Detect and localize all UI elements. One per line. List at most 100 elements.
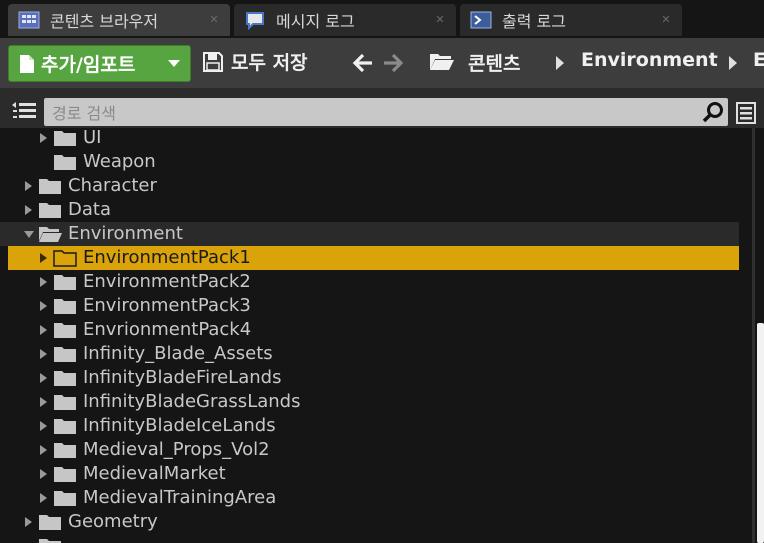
folder-icon [54, 155, 76, 170]
tree-row-label: UI [83, 127, 102, 148]
scrollbar-track[interactable] [752, 128, 755, 543]
tree-row-infinity-blade-assets[interactable]: Infinity_Blade_Assets [0, 342, 739, 366]
expand-arrow-icon[interactable] [40, 493, 47, 503]
folder-icon [54, 419, 76, 434]
tree-row-infinitybladegrasslands[interactable]: InfinityBladeGrassLands [0, 390, 739, 414]
view-options-icon[interactable] [736, 102, 756, 124]
tree-row-environmentpack3[interactable]: EnvironmentPack3 [0, 294, 739, 318]
tree-row-environmentpack1[interactable]: EnvironmentPack1 [8, 246, 739, 270]
tree-row-ui[interactable]: UI [0, 126, 739, 150]
tree-row-label: MedievalMarket [83, 463, 226, 484]
tree-row-environmentpack2[interactable]: EnvironmentPack2 [0, 270, 739, 294]
folder-icon [53, 250, 77, 267]
folder-icon [54, 275, 76, 290]
tree-row-partial[interactable] [0, 534, 739, 543]
tree-row-label: EnvironmentPack2 [83, 271, 251, 292]
expand-arrow-icon[interactable] [40, 133, 47, 143]
tree-row-label: Data [68, 199, 111, 220]
tab-message-log[interactable]: 메시지 로그 ✕ [234, 4, 456, 36]
close-icon[interactable]: ✕ [208, 14, 220, 26]
tree-row-character[interactable]: Character [0, 174, 739, 198]
close-icon[interactable]: ✕ [434, 14, 446, 26]
new-file-icon [20, 54, 34, 73]
expand-arrow-icon[interactable] [40, 469, 47, 479]
breadcrumb-item-environment[interactable]: Environment [581, 49, 718, 71]
expand-arrow-icon[interactable] [40, 373, 47, 383]
tree-row-label: EnvironmentPack3 [83, 295, 251, 316]
content-browser-icon [18, 11, 40, 29]
folder-icon [39, 203, 61, 218]
tree-row-envrionmentpack4[interactable]: EnvrionmentPack4 [0, 318, 739, 342]
search-box [44, 98, 728, 126]
folder-open-icon [39, 227, 62, 242]
arrow-forward-icon[interactable] [382, 52, 404, 74]
add-import-label: 추가/임포트 [41, 54, 136, 76]
add-import-button[interactable]: 추가/임포트 [8, 45, 191, 82]
folder-icon [54, 347, 76, 362]
filter-list-icon[interactable] [11, 101, 37, 123]
expand-arrow-icon[interactable] [40, 277, 47, 287]
breadcrumb-item-content[interactable]: 콘텐츠 [468, 49, 520, 76]
message-log-icon [246, 12, 264, 30]
folder-icon [54, 395, 76, 410]
expand-arrow-icon[interactable] [40, 253, 47, 263]
folder-icon [39, 179, 61, 194]
tree-row-medieval-props-vol2[interactable]: Medieval_Props_Vol2 [0, 438, 739, 462]
expand-arrow-icon[interactable] [40, 325, 47, 335]
tree-row-label: InfinityBladeIceLands [83, 415, 276, 436]
tab-content-browser[interactable]: 콘텐츠 브라우저 ✕ [8, 4, 230, 36]
tree-row-infinitybladeicelands[interactable]: InfinityBladeIceLands [0, 414, 739, 438]
arrow-back-icon[interactable] [352, 52, 374, 74]
search-icon[interactable] [702, 101, 724, 123]
expand-arrow-icon[interactable] [25, 205, 32, 215]
tree-row-label: InfinityBladeFireLands [83, 367, 282, 388]
expand-arrow-icon[interactable] [40, 349, 47, 359]
tree-row-label: Infinity_Blade_Assets [83, 343, 273, 364]
tree-scrollbar[interactable] [745, 128, 764, 543]
save-all-label: 모두 저장 [231, 52, 308, 74]
tree-row-label: Medieval_Props_Vol2 [83, 439, 270, 460]
output-log-icon [470, 11, 492, 29]
tree-row-medievaltrainingarea[interactable]: MedievalTrainingArea [0, 486, 739, 510]
folder-icon [54, 491, 76, 506]
filter-bar [0, 88, 764, 128]
tree-row-label: EnvironmentPack1 [83, 247, 251, 268]
close-icon[interactable]: ✕ [660, 14, 672, 26]
tree-row-weapon[interactable]: Weapon [0, 150, 739, 174]
tree-row-infinitybladefirelands[interactable]: InfinityBladeFireLands [0, 366, 739, 390]
folder-icon [54, 371, 76, 386]
collapse-arrow-icon[interactable] [24, 231, 34, 238]
tree-row-geometry[interactable]: Geometry [0, 510, 739, 534]
expand-arrow-icon[interactable] [25, 517, 32, 527]
breadcrumb-separator-icon[interactable] [556, 56, 564, 70]
tree-row-label: EnvrionmentPack4 [83, 319, 252, 340]
folder-icon [54, 467, 76, 482]
tab-bar: 콘텐츠 브라우저 ✕ 메시지 로그 ✕ 출력 로그 ✕ [0, 0, 764, 38]
save-icon [203, 51, 223, 72]
scrollbar-thumb[interactable] [757, 323, 764, 543]
breadcrumb-item-truncated[interactable]: E [753, 49, 764, 71]
tree-row-data[interactable]: Data [0, 198, 739, 222]
folder-open-icon [430, 54, 454, 70]
search-input[interactable] [50, 100, 694, 126]
expand-arrow-icon[interactable] [40, 301, 47, 311]
tab-output-log[interactable]: 출력 로그 ✕ [460, 4, 682, 36]
tab-label: 콘텐츠 브라우저 [50, 12, 159, 31]
expand-arrow-icon[interactable] [40, 397, 47, 407]
expand-arrow-icon[interactable] [40, 421, 47, 431]
tree-row-label: Weapon [83, 151, 156, 172]
tree-row-medievalmarket[interactable]: MedievalMarket [0, 462, 739, 486]
save-all-button[interactable]: 모두 저장 [203, 48, 308, 75]
tree-row-label: Environment [68, 223, 183, 244]
breadcrumb-separator-icon[interactable] [729, 56, 737, 70]
folder-icon [39, 539, 61, 543]
expand-arrow-icon[interactable] [40, 445, 47, 455]
tree-row-environment[interactable]: Environment [0, 222, 739, 246]
tab-label: 출력 로그 [502, 12, 566, 31]
folder-icon [54, 131, 76, 146]
folder-icon [39, 515, 61, 530]
folder-tree: UI Weapon Character Data Environment Env… [0, 126, 745, 543]
folder-icon [54, 323, 76, 338]
expand-arrow-icon[interactable] [25, 181, 32, 191]
tab-label: 메시지 로그 [276, 12, 355, 31]
